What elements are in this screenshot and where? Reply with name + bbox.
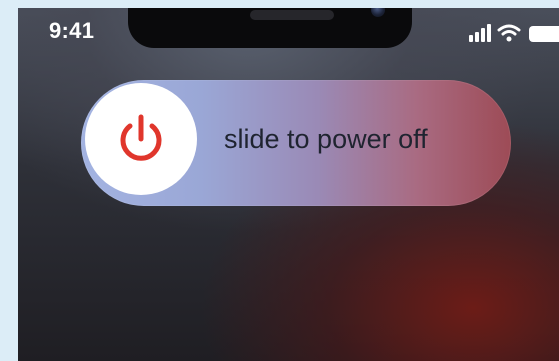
battery-icon [529, 26, 559, 42]
power-off-slider[interactable]: slide to power off [81, 80, 511, 206]
power-icon [120, 114, 162, 161]
cellular-signal-icon [469, 24, 493, 42]
slide-to-power-off-label: slide to power off [224, 124, 428, 154]
wifi-icon [497, 24, 521, 42]
status-time: 9:41 [49, 18, 95, 43]
status-bar: 9:41 [18, 8, 559, 52]
notch [128, 8, 412, 48]
earpiece-speaker [250, 10, 334, 20]
front-camera [371, 8, 385, 17]
power-slider-knob[interactable] [85, 83, 197, 195]
status-icons [469, 24, 559, 44]
phone-screen: 9:41 slide to power off [18, 8, 559, 361]
